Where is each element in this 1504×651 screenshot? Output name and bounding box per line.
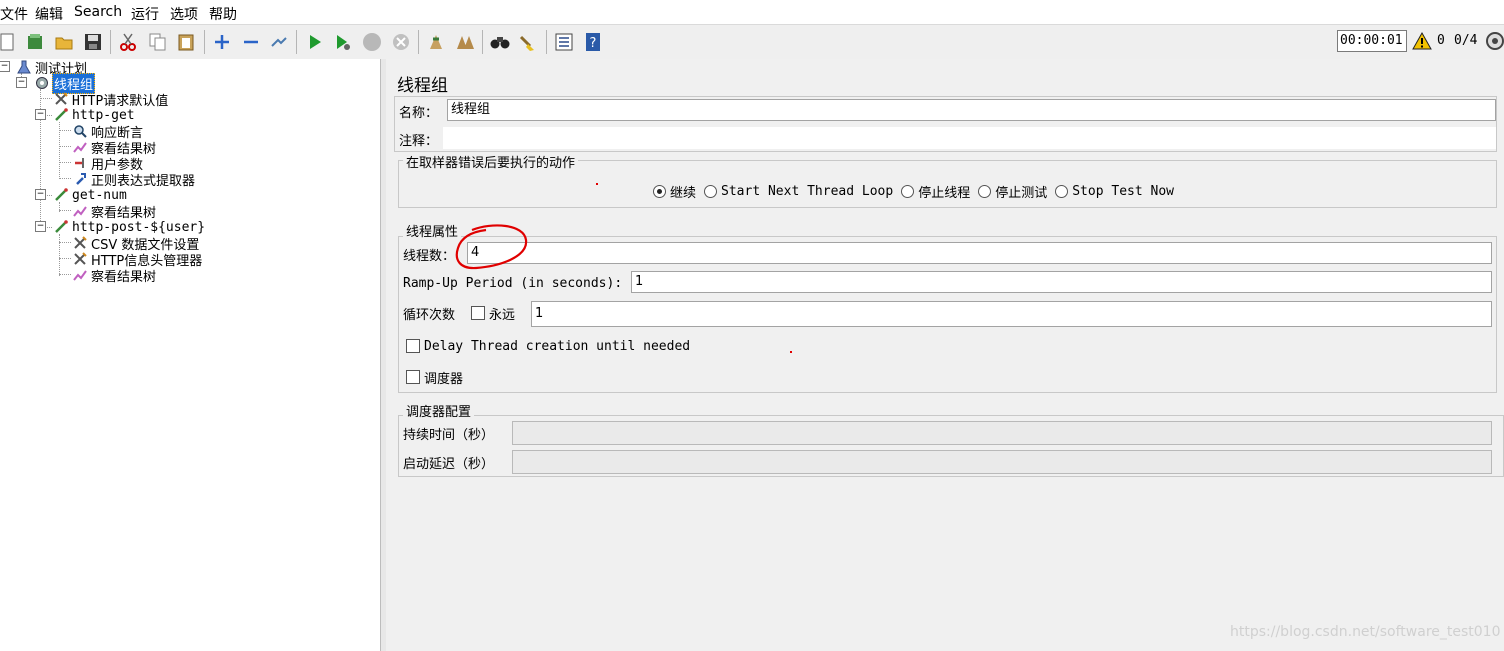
delay-thread-label: Delay Thread creation until needed bbox=[424, 338, 691, 354]
thread-group-icon bbox=[34, 75, 50, 91]
config-element-icon bbox=[53, 91, 69, 107]
active-threads: 0/4 bbox=[1454, 33, 1478, 48]
name-label: 名称： bbox=[399, 105, 439, 121]
tree-node[interactable]: HTTP请求默认值 bbox=[53, 91, 169, 109]
collapse-toggle[interactable]: − bbox=[0, 61, 10, 72]
tree-node-label: 察看结果树 bbox=[91, 205, 157, 221]
start-no-pause-icon[interactable] bbox=[332, 31, 354, 53]
annotation-dot bbox=[790, 351, 792, 353]
help-icon[interactable]: ? bbox=[582, 31, 604, 53]
shutdown-icon[interactable] bbox=[390, 31, 412, 53]
assertion-icon bbox=[72, 123, 88, 139]
postprocessor-icon bbox=[72, 171, 88, 187]
remote-globe-icon[interactable] bbox=[1485, 31, 1504, 55]
templates-icon[interactable] bbox=[24, 31, 46, 53]
loop-count-label: 循环次数 bbox=[403, 307, 456, 323]
comment-label: 注释： bbox=[399, 133, 439, 149]
error-count: 0 bbox=[1437, 33, 1445, 48]
tree-node-label: get-num bbox=[72, 187, 127, 203]
expand-icon[interactable] bbox=[211, 31, 233, 53]
stop-icon[interactable] bbox=[361, 31, 383, 53]
sampler-icon bbox=[53, 107, 69, 123]
test-plan-tree: − − − − − 测试计划 线程组 HTTP请求默认值 http-get 响应… bbox=[0, 59, 380, 651]
threads-field[interactable]: 4 bbox=[467, 242, 1492, 264]
radio-start-next-loop[interactable]: Start Next Thread Loop bbox=[704, 184, 893, 199]
comment-field[interactable] bbox=[443, 127, 1496, 149]
tree-node[interactable]: 察看结果树 bbox=[72, 267, 157, 285]
tree-node-label: 察看结果树 bbox=[91, 269, 157, 285]
page-title: 线程组 bbox=[397, 76, 448, 96]
cut-icon[interactable] bbox=[117, 31, 139, 53]
thread-group-panel: 线程组 名称： 线程组 注释： 在取样器错误后要执行的动作 继续 Start N… bbox=[386, 59, 1504, 651]
scheduler-label: 调度器 bbox=[424, 371, 464, 387]
reset-search-icon[interactable] bbox=[517, 31, 539, 53]
rampup-field[interactable]: 1 bbox=[631, 271, 1492, 293]
clear-all-icon[interactable] bbox=[454, 31, 476, 53]
error-action-legend: 在取样器错误后要执行的动作 bbox=[403, 152, 579, 171]
tree-node-label: http-get bbox=[72, 107, 135, 123]
collapse-icon[interactable] bbox=[240, 31, 262, 53]
duration-label: 持续时间（秒） bbox=[403, 427, 495, 443]
forever-label: 永远 bbox=[489, 307, 516, 323]
toggle-icon[interactable] bbox=[268, 31, 290, 53]
scheduler-checkbox[interactable]: 调度器 bbox=[406, 367, 463, 387]
tree-node-label: HTTP请求默认值 bbox=[72, 93, 169, 109]
listener-icon bbox=[72, 203, 88, 219]
collapse-toggle[interactable]: − bbox=[35, 109, 46, 120]
tree-node-label: 正则表达式提取器 bbox=[91, 173, 196, 189]
test-plan-icon bbox=[16, 59, 32, 75]
watermark: https://blog.csdn.net/software_test010 bbox=[1230, 624, 1501, 640]
radio-stop-test-now[interactable]: Stop Test Now bbox=[1055, 184, 1174, 199]
save-icon[interactable] bbox=[82, 31, 104, 53]
copy-icon[interactable] bbox=[147, 31, 169, 53]
menu-edit[interactable]: 编辑 bbox=[35, 4, 63, 24]
scheduler-legend: 调度器配置 bbox=[403, 401, 475, 420]
menu-file[interactable]: 文件 bbox=[0, 4, 28, 24]
threads-label: 线程数： bbox=[403, 248, 456, 264]
error-action-options: 继续 Start Next Thread Loop 停止线程 停止测试 Stop… bbox=[653, 182, 1182, 201]
tree-node[interactable]: 正则表达式提取器 bbox=[72, 171, 196, 189]
config-element-icon bbox=[72, 235, 88, 251]
annotation-dot bbox=[596, 183, 598, 185]
radio-continue[interactable]: 继续 bbox=[653, 182, 696, 201]
red-annotation-circle bbox=[455, 224, 528, 270]
menu-search[interactable]: Search bbox=[74, 4, 122, 20]
tree-node-label: http-post-${user} bbox=[72, 219, 206, 235]
new-icon[interactable] bbox=[0, 31, 18, 53]
svg-text:?: ? bbox=[590, 36, 597, 51]
warning-icon[interactable] bbox=[1412, 31, 1432, 55]
sampler-icon bbox=[53, 219, 69, 235]
menu-bar: 文件 编辑 Search 运行 选项 帮助 bbox=[0, 0, 1504, 24]
tree-node[interactable]: 察看结果树 bbox=[72, 203, 157, 221]
sampler-icon bbox=[53, 187, 69, 203]
listener-icon bbox=[72, 267, 88, 283]
startup-delay-label: 启动延迟（秒） bbox=[403, 456, 495, 472]
menu-help[interactable]: 帮助 bbox=[209, 4, 237, 24]
duration-field[interactable] bbox=[512, 421, 1492, 445]
forever-checkbox[interactable]: 永远 bbox=[471, 303, 515, 323]
menu-options[interactable]: 选项 bbox=[170, 4, 198, 24]
name-field[interactable]: 线程组 bbox=[447, 99, 1496, 121]
loop-count-field[interactable]: 1 bbox=[531, 301, 1492, 327]
radio-stop-test[interactable]: 停止测试 bbox=[978, 182, 1047, 201]
startup-delay-field[interactable] bbox=[512, 450, 1492, 474]
open-icon[interactable] bbox=[53, 31, 75, 53]
start-icon[interactable] bbox=[304, 31, 326, 53]
delay-thread-checkbox[interactable]: Delay Thread creation until needed bbox=[406, 336, 690, 356]
function-helper-icon[interactable] bbox=[553, 31, 575, 53]
collapse-toggle[interactable]: − bbox=[16, 77, 27, 88]
listener-icon bbox=[72, 139, 88, 155]
elapsed-timer: 00:00:01 bbox=[1337, 30, 1407, 52]
paste-icon[interactable] bbox=[175, 31, 197, 53]
preprocessor-icon bbox=[72, 155, 88, 171]
menu-run[interactable]: 运行 bbox=[131, 4, 159, 24]
rampup-label: Ramp-Up Period (in seconds): bbox=[403, 275, 623, 291]
search-icon[interactable] bbox=[489, 31, 511, 53]
radio-stop-thread[interactable]: 停止线程 bbox=[901, 182, 970, 201]
collapse-toggle[interactable]: − bbox=[35, 221, 46, 232]
config-element-icon bbox=[72, 251, 88, 267]
toolbar: ? 00:00:01 0 0/4 bbox=[0, 24, 1504, 60]
clear-icon[interactable] bbox=[425, 31, 447, 53]
collapse-toggle[interactable]: − bbox=[35, 189, 46, 200]
